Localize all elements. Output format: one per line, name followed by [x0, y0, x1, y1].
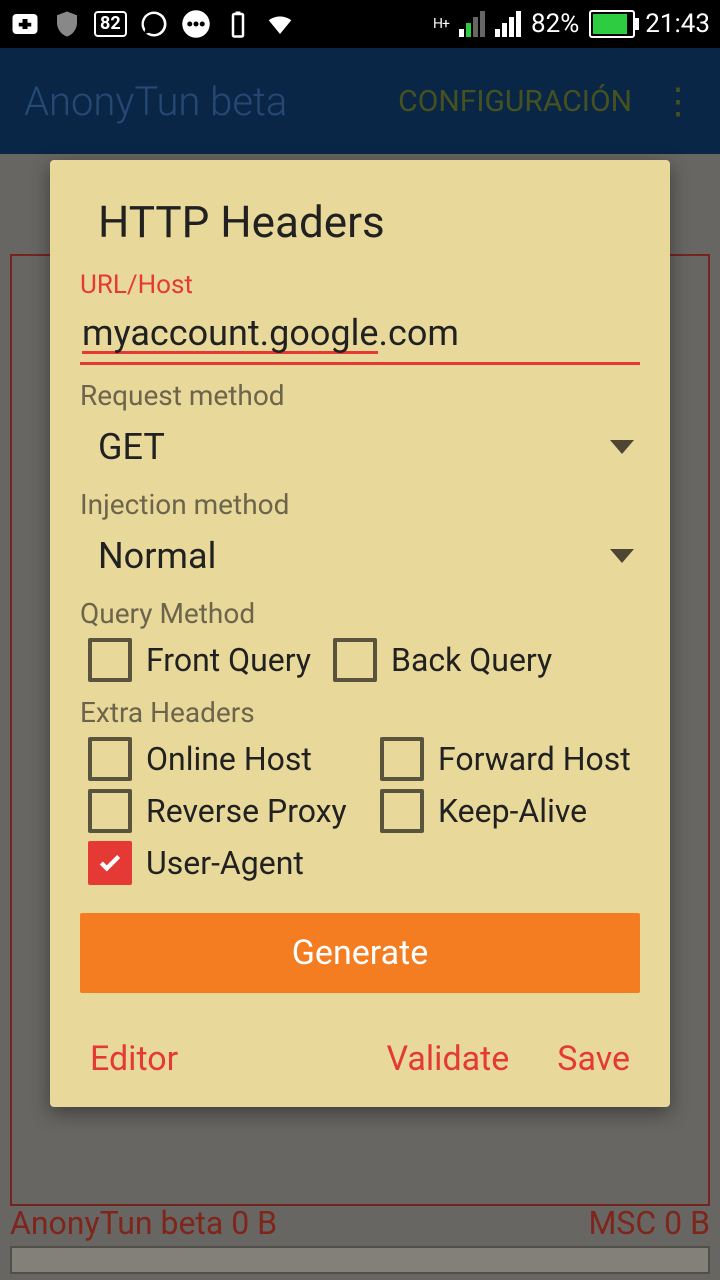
validate-button[interactable]: Validate [387, 1039, 510, 1079]
user-agent-label: User-Agent [146, 844, 304, 882]
status-right: H+ 82% 21:43 [433, 9, 710, 39]
injection-method-dropdown[interactable]: Normal [80, 529, 640, 583]
back-query-checkbox[interactable]: Back Query [333, 638, 552, 682]
dialog-title: HTTP Headers [98, 196, 640, 248]
generate-button[interactable]: Generate [80, 913, 640, 993]
checkbox-empty-icon [88, 789, 132, 833]
http-headers-dialog: HTTP Headers URL/Host myaccount.google.c… [50, 160, 670, 1107]
save-button[interactable]: Save [557, 1039, 630, 1079]
forward-host-checkbox[interactable]: Forward Host [380, 737, 631, 781]
clock-text: 21:43 [645, 9, 710, 39]
front-query-checkbox[interactable]: Front Query [88, 638, 311, 682]
shield-icon [52, 9, 82, 39]
whatsapp-icon [139, 9, 169, 39]
request-method-value: GET [98, 426, 165, 468]
query-method-label: Query Method [80, 597, 640, 630]
wifi-icon [265, 9, 295, 39]
network-type-label: H+ [433, 17, 449, 31]
checkbox-empty-icon [88, 638, 132, 682]
checkbox-empty-icon [333, 638, 377, 682]
status-bar: 82 H+ 82% 21:43 [0, 0, 720, 48]
url-host-label: URL/Host [80, 270, 640, 300]
back-query-label: Back Query [391, 641, 552, 679]
extra-headers-label: Extra Headers [80, 696, 640, 729]
checkbox-empty-icon [380, 789, 424, 833]
url-host-input[interactable]: myaccount.google.com [80, 308, 640, 365]
online-host-label: Online Host [146, 740, 312, 778]
signal-2-icon [495, 11, 521, 37]
reverse-proxy-checkbox[interactable]: Reverse Proxy [88, 789, 358, 833]
checkbox-checked-icon [88, 841, 132, 885]
request-method-dropdown[interactable]: GET [80, 420, 640, 474]
more-icon [181, 9, 211, 39]
injection-method-label: Injection method [80, 488, 640, 521]
battery-level-badge: 82 [94, 11, 127, 37]
battery-outline-icon [223, 9, 253, 39]
forward-host-label: Forward Host [438, 740, 631, 778]
signal-1-icon [459, 11, 485, 37]
request-method-label: Request method [80, 379, 640, 412]
reverse-proxy-label: Reverse Proxy [146, 792, 347, 830]
battery-charging-icon [589, 10, 635, 38]
url-host-value-rest: .com [378, 312, 458, 354]
status-left-icons: 82 [10, 9, 295, 39]
chevron-down-icon [610, 440, 634, 454]
chevron-down-icon [610, 549, 634, 563]
editor-button[interactable]: Editor [90, 1039, 178, 1079]
checkbox-empty-icon [380, 737, 424, 781]
injection-method-value: Normal [98, 535, 216, 577]
user-agent-checkbox[interactable]: User-Agent [88, 841, 304, 885]
add-tab-icon [10, 9, 40, 39]
keep-alive-checkbox[interactable]: Keep-Alive [380, 789, 587, 833]
front-query-label: Front Query [146, 641, 311, 679]
checkbox-empty-icon [88, 737, 132, 781]
battery-percent-text: 82% [531, 9, 579, 39]
keep-alive-label: Keep-Alive [438, 792, 587, 830]
online-host-checkbox[interactable]: Online Host [88, 737, 358, 781]
url-host-value-spell: myaccount.google [82, 315, 378, 354]
